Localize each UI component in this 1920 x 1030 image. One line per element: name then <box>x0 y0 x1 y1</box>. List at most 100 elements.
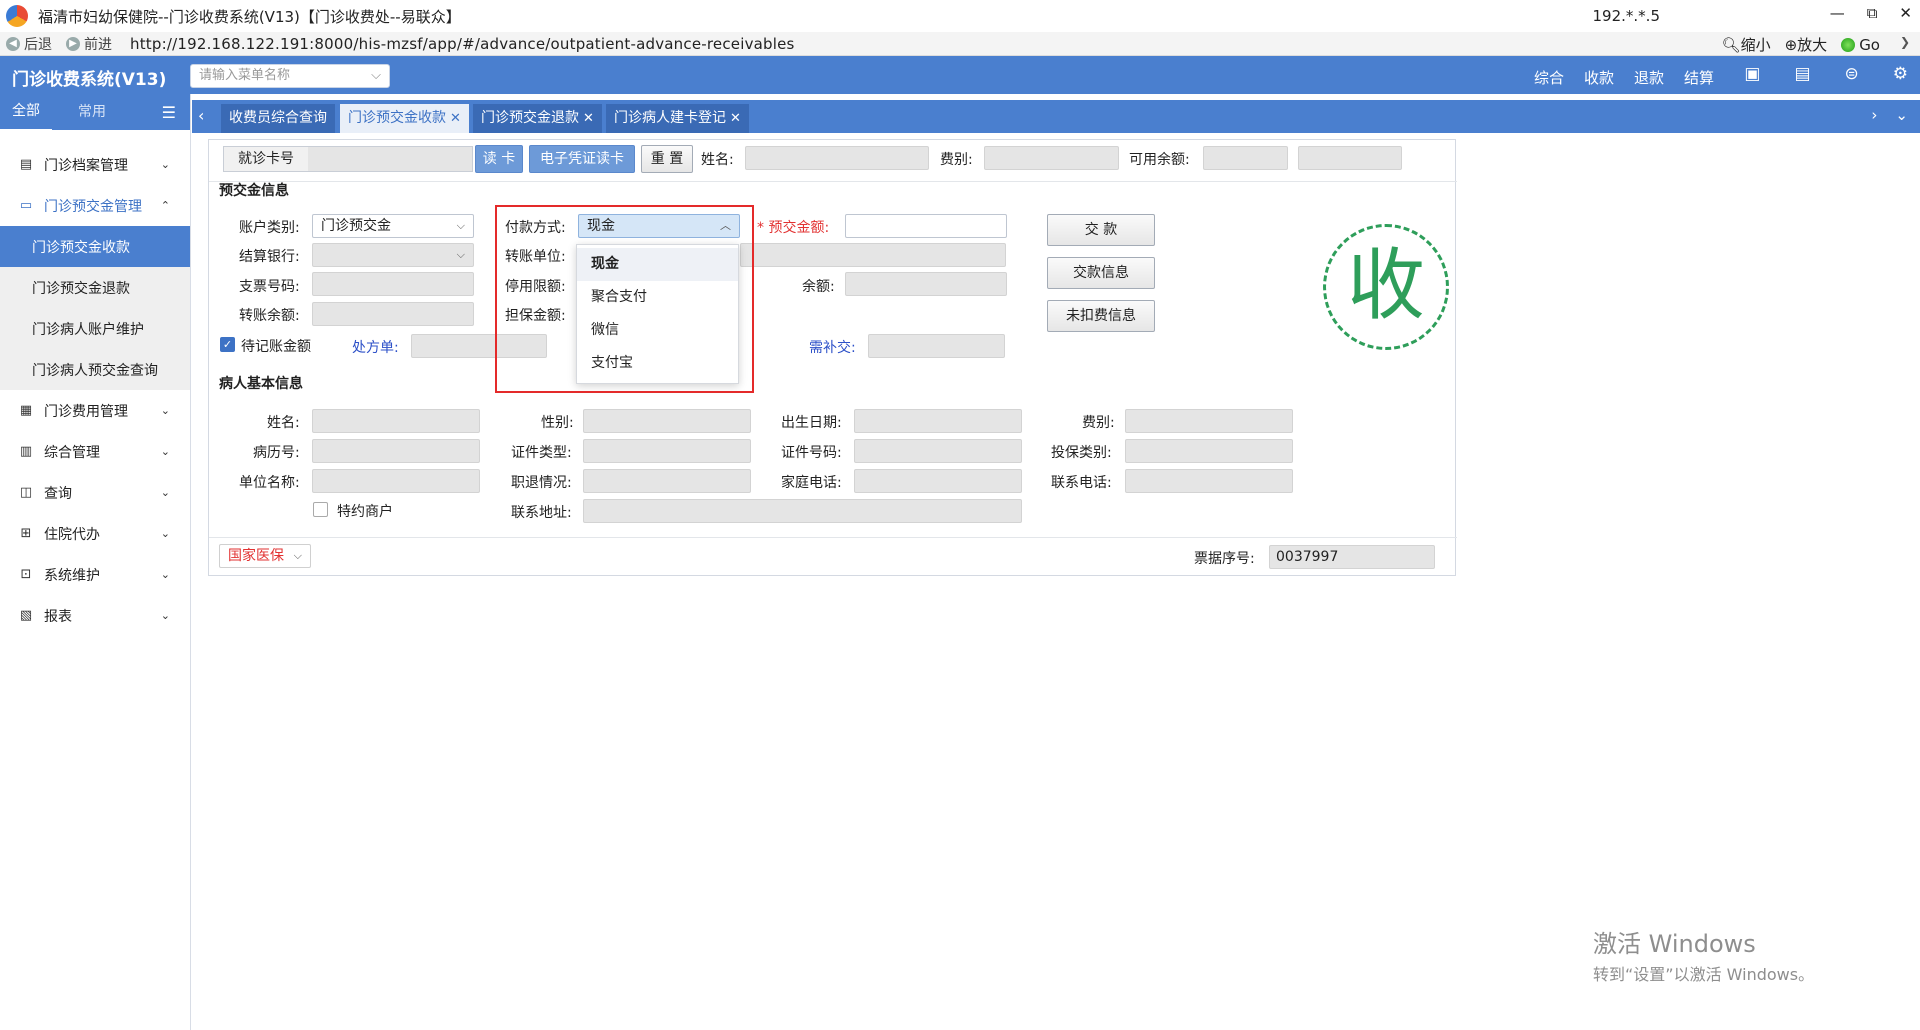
chevron-right-icon[interactable]: ❯ <box>1900 35 1910 49</box>
window-title: 福清市妇幼保健院--门诊收费系统(V13)【门诊收费处--易联众】 <box>38 7 461 26</box>
app-header: 门诊收费系统(V13) 请输入菜单名称 ⌵ 综合 收款 退款 结算 ▣ ▤ ⊜ … <box>0 56 1920 94</box>
header-link-receive[interactable]: 收款 <box>1584 67 1614 88</box>
report-icon: ▧ <box>19 608 33 623</box>
patient-birth-field <box>854 409 1022 433</box>
chevron-down-icon: ⌄ <box>160 486 170 499</box>
gear-icon[interactable]: ⚙ <box>1893 64 1908 84</box>
reset-button[interactable]: 重 置 <box>641 145 693 173</box>
sidebar-item-label: 综合管理 <box>44 444 100 461</box>
close-button[interactable]: ✕ <box>1899 4 1912 22</box>
coin-icon[interactable]: ⊜ <box>1845 64 1859 84</box>
prescription-label: 处方单: <box>352 340 399 356</box>
back-arrow-icon: ◀ <box>6 36 20 51</box>
tab-advance-receive[interactable]: 门诊预交金收款 ✕ <box>340 104 469 133</box>
name-field <box>745 146 929 170</box>
sidebar-item-report[interactable]: ▧ 报表 ⌄ <box>0 595 190 636</box>
monitor-icon[interactable]: ▣ <box>1744 64 1760 84</box>
read-card-button[interactable]: 读 卡 <box>475 145 523 173</box>
query-icon: ◫ <box>19 485 33 500</box>
patient-home-phone-field <box>854 469 1022 493</box>
need-pay-field <box>868 334 1005 358</box>
sidebar-sub-advance-query[interactable]: 门诊病人预交金查询 <box>0 349 190 390</box>
balance-field <box>845 272 1007 296</box>
chevron-down-icon: ⌄ <box>160 527 170 540</box>
sidebar-item-hospital[interactable]: ⊞ 住院代办 ⌄ <box>0 513 190 554</box>
zoom-in-button[interactable]: ⊕放大 <box>1785 34 1828 55</box>
sidebar-item-system[interactable]: ⊡ 系统维护 ⌄ <box>0 554 190 595</box>
transfer-balance-label: 转账余额: <box>239 308 300 324</box>
patient-job-status-label: 职退情况: <box>511 475 572 491</box>
menu-toggle-icon[interactable]: ☰ <box>162 103 176 122</box>
chevron-down-icon: ⌵ <box>456 219 465 232</box>
insurance-select-value: 国家医保 <box>228 548 284 564</box>
forward-button[interactable]: ▶ 前进 <box>66 34 112 54</box>
wallet-icon: ▭ <box>19 198 33 213</box>
header-link-refund[interactable]: 退款 <box>1634 67 1664 88</box>
menu-search-input[interactable]: 请输入菜单名称 ⌵ <box>190 64 390 88</box>
receive-stamp: 收 <box>1323 224 1449 350</box>
insurance-select[interactable]: 国家医保 ⌵ <box>219 544 311 568</box>
ip-address: 192.*.*.5 <box>1592 7 1660 25</box>
chevron-down-icon: ⌵ <box>371 68 381 83</box>
chevron-down-icon[interactable]: ⌄ <box>1895 106 1908 124</box>
patient-birth-label: 出生日期: <box>781 415 842 431</box>
tab-advance-refund[interactable]: 门诊预交金退款 ✕ <box>473 104 602 133</box>
patient-insurance-type-field <box>1125 439 1293 463</box>
header-link-settle[interactable]: 结算 <box>1684 67 1714 88</box>
sidebar-item-fee[interactable]: ▦ 门诊费用管理 ⌄ <box>0 390 190 431</box>
close-icon[interactable]: ✕ <box>450 111 461 126</box>
need-pay-label: 需补交: <box>809 340 856 356</box>
tab-cashier-query[interactable]: 收费员综合查询 <box>221 104 335 133</box>
close-icon[interactable]: ✕ <box>583 111 594 126</box>
required-mark: * <box>757 220 764 236</box>
chevron-left-icon[interactable]: ‹ <box>198 106 204 125</box>
pay-button[interactable]: 交 款 <box>1047 214 1155 246</box>
card-number-field[interactable]: 就诊卡号 <box>223 146 473 172</box>
back-button[interactable]: ◀ 后退 <box>6 34 52 54</box>
restore-button[interactable]: ⧉ <box>1867 4 1878 22</box>
sidebar-sub-advance-receive[interactable]: 门诊预交金收款 <box>0 226 190 267</box>
sidebar-item-manage[interactable]: ▥ 综合管理 ⌄ <box>0 431 190 472</box>
sidebar-tab-all[interactable]: 全部 <box>0 93 52 131</box>
document-icon[interactable]: ▤ <box>1794 64 1810 84</box>
go-button[interactable]: Go <box>1841 36 1880 54</box>
account-type-select[interactable]: 门诊预交金 ⌵ <box>312 214 474 238</box>
watermark-line2: 转到“设置”以激活 Windows。 <box>1593 965 1815 984</box>
sidebar-tab-common[interactable]: 常用 <box>66 94 118 130</box>
zoom-out-label: 缩小 <box>1740 36 1771 54</box>
pending-amount-checkbox[interactable]: ✓ <box>220 337 235 352</box>
zoom-in-icon: ⊕ <box>1784 36 1798 54</box>
close-icon[interactable]: ✕ <box>730 111 741 126</box>
sidebar-item-advance[interactable]: ▭ 门诊预交金管理 ⌃ <box>0 185 190 226</box>
patient-company-label: 单位名称: <box>239 475 300 491</box>
minimize-button[interactable]: — <box>1830 4 1845 22</box>
advance-amount-input[interactable] <box>845 214 1007 238</box>
patient-job-status-field <box>583 469 751 493</box>
zoom-out-button[interactable]: 🔍︎缩小 <box>1722 34 1771 55</box>
pay-info-button[interactable]: 交款信息 <box>1047 257 1155 289</box>
sidebar-item-query[interactable]: ◫ 查询 ⌄ <box>0 472 190 513</box>
undeducted-info-button[interactable]: 未扣费信息 <box>1047 300 1155 332</box>
chevron-right-icon[interactable]: › <box>1871 106 1877 124</box>
url-field[interactable]: http://192.168.122.191:8000/his-mzsf/app… <box>130 35 795 53</box>
fee-type-label: 费别: <box>940 152 973 168</box>
settle-bank-select[interactable]: ⌵ <box>312 243 474 267</box>
annotation-highlight-box <box>495 205 754 393</box>
e-voucher-read-button[interactable]: 电子凭证读卡 <box>529 145 635 173</box>
patient-id-no-label: 证件号码: <box>781 445 842 461</box>
sidebar-item-archive[interactable]: ▤ 门诊档案管理 ⌄ <box>0 144 190 185</box>
special-merchant-checkbox[interactable] <box>313 502 328 517</box>
forward-arrow-icon: ▶ <box>66 36 80 51</box>
address-bar: ◀ 后退 ▶ 前进 http://192.168.122.191:8000/hi… <box>0 32 1920 56</box>
tab-label: 门诊预交金退款 <box>481 110 579 126</box>
header-link-comprehensive[interactable]: 综合 <box>1534 67 1564 88</box>
transfer-unit-field <box>740 243 1006 267</box>
patient-name-field <box>312 409 480 433</box>
balance-label: 余额: <box>802 279 835 295</box>
tab-card-register[interactable]: 门诊病人建卡登记 ✕ <box>606 104 749 133</box>
sidebar-sub-account-maintain[interactable]: 门诊病人账户维护 <box>0 308 190 349</box>
watermark-line1: 激活 Windows <box>1593 930 1756 958</box>
chevron-down-icon: ⌄ <box>160 158 170 171</box>
sidebar-sub-advance-refund[interactable]: 门诊预交金退款 <box>0 267 190 308</box>
card-number-input[interactable] <box>308 147 472 171</box>
